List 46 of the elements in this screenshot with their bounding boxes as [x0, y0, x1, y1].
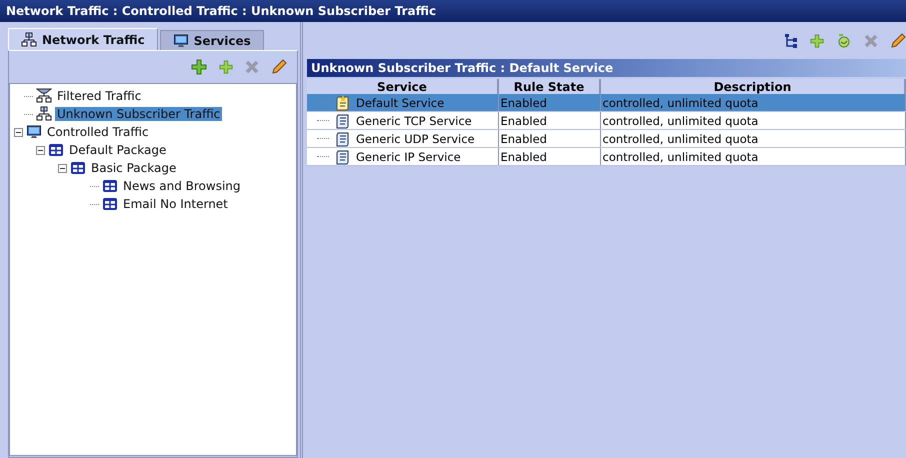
- tab[interactable]: Network Traffic: [8, 28, 158, 50]
- column-header[interactable]: Description: [600, 79, 905, 94]
- tree-item[interactable]: Unknown Subscriber Traffic: [55, 107, 222, 121]
- table-cell: Generic TCP Service: [356, 114, 472, 128]
- package-icon: [70, 161, 86, 175]
- filter-icon: [36, 88, 52, 104]
- network-icon: [21, 32, 37, 48]
- table-cell: Default Service: [356, 96, 444, 110]
- monitor-icon: [172, 32, 189, 48]
- table-cell: Enabled: [498, 148, 600, 166]
- collapse-toggle[interactable]: [36, 146, 45, 154]
- table-cell: Generic UDP Service: [356, 132, 475, 146]
- monitor-icon: [26, 124, 42, 140]
- column-header[interactable]: Rule State: [498, 79, 600, 94]
- tab[interactable]: Services: [160, 30, 264, 50]
- pencil-icon[interactable]: [890, 32, 906, 48]
- pencil-icon[interactable]: [271, 59, 287, 75]
- table-cell: Generic IP Service: [356, 150, 461, 164]
- panel-title: Unknown Subscriber Traffic : Default Service: [307, 59, 906, 77]
- package-icon: [102, 197, 118, 211]
- collapse-toggle[interactable]: [14, 128, 23, 136]
- table-cell: controlled, unlimited quota: [600, 112, 905, 130]
- table-cell: controlled, unlimited quota: [600, 148, 905, 166]
- tree-item[interactable]: Default Package: [67, 143, 168, 157]
- table-cell: controlled, unlimited quota: [600, 130, 905, 148]
- tree-item[interactable]: Filtered Traffic: [55, 89, 144, 103]
- tree-item[interactable]: Controlled Traffic: [45, 125, 151, 139]
- tree-icon[interactable]: [784, 34, 798, 48]
- package-icon: [48, 143, 64, 157]
- collapse-toggle[interactable]: [58, 164, 67, 172]
- table-cell: Enabled: [498, 130, 600, 148]
- scroll-icon: [335, 94, 350, 110]
- tree-item[interactable]: News and Browsing: [121, 179, 242, 193]
- scroll-icon: [335, 112, 350, 128]
- table-cell: Enabled: [498, 112, 600, 130]
- scroll-icon: [335, 148, 350, 164]
- table-cell: controlled, unlimited quota: [600, 94, 905, 112]
- column-header[interactable]: Service: [307, 79, 498, 94]
- tree-item[interactable]: Basic Package: [89, 161, 178, 175]
- table-cell: Enabled: [498, 94, 600, 112]
- add-icon[interactable]: [191, 59, 207, 75]
- package-icon: [102, 179, 118, 193]
- window-title: Network Traffic : Controlled Traffic : Unknown Subscriber Traffic: [6, 4, 436, 18]
- tree-item[interactable]: Email No Internet: [121, 197, 230, 211]
- scroll-icon: [335, 130, 350, 146]
- network-icon: [36, 106, 52, 122]
